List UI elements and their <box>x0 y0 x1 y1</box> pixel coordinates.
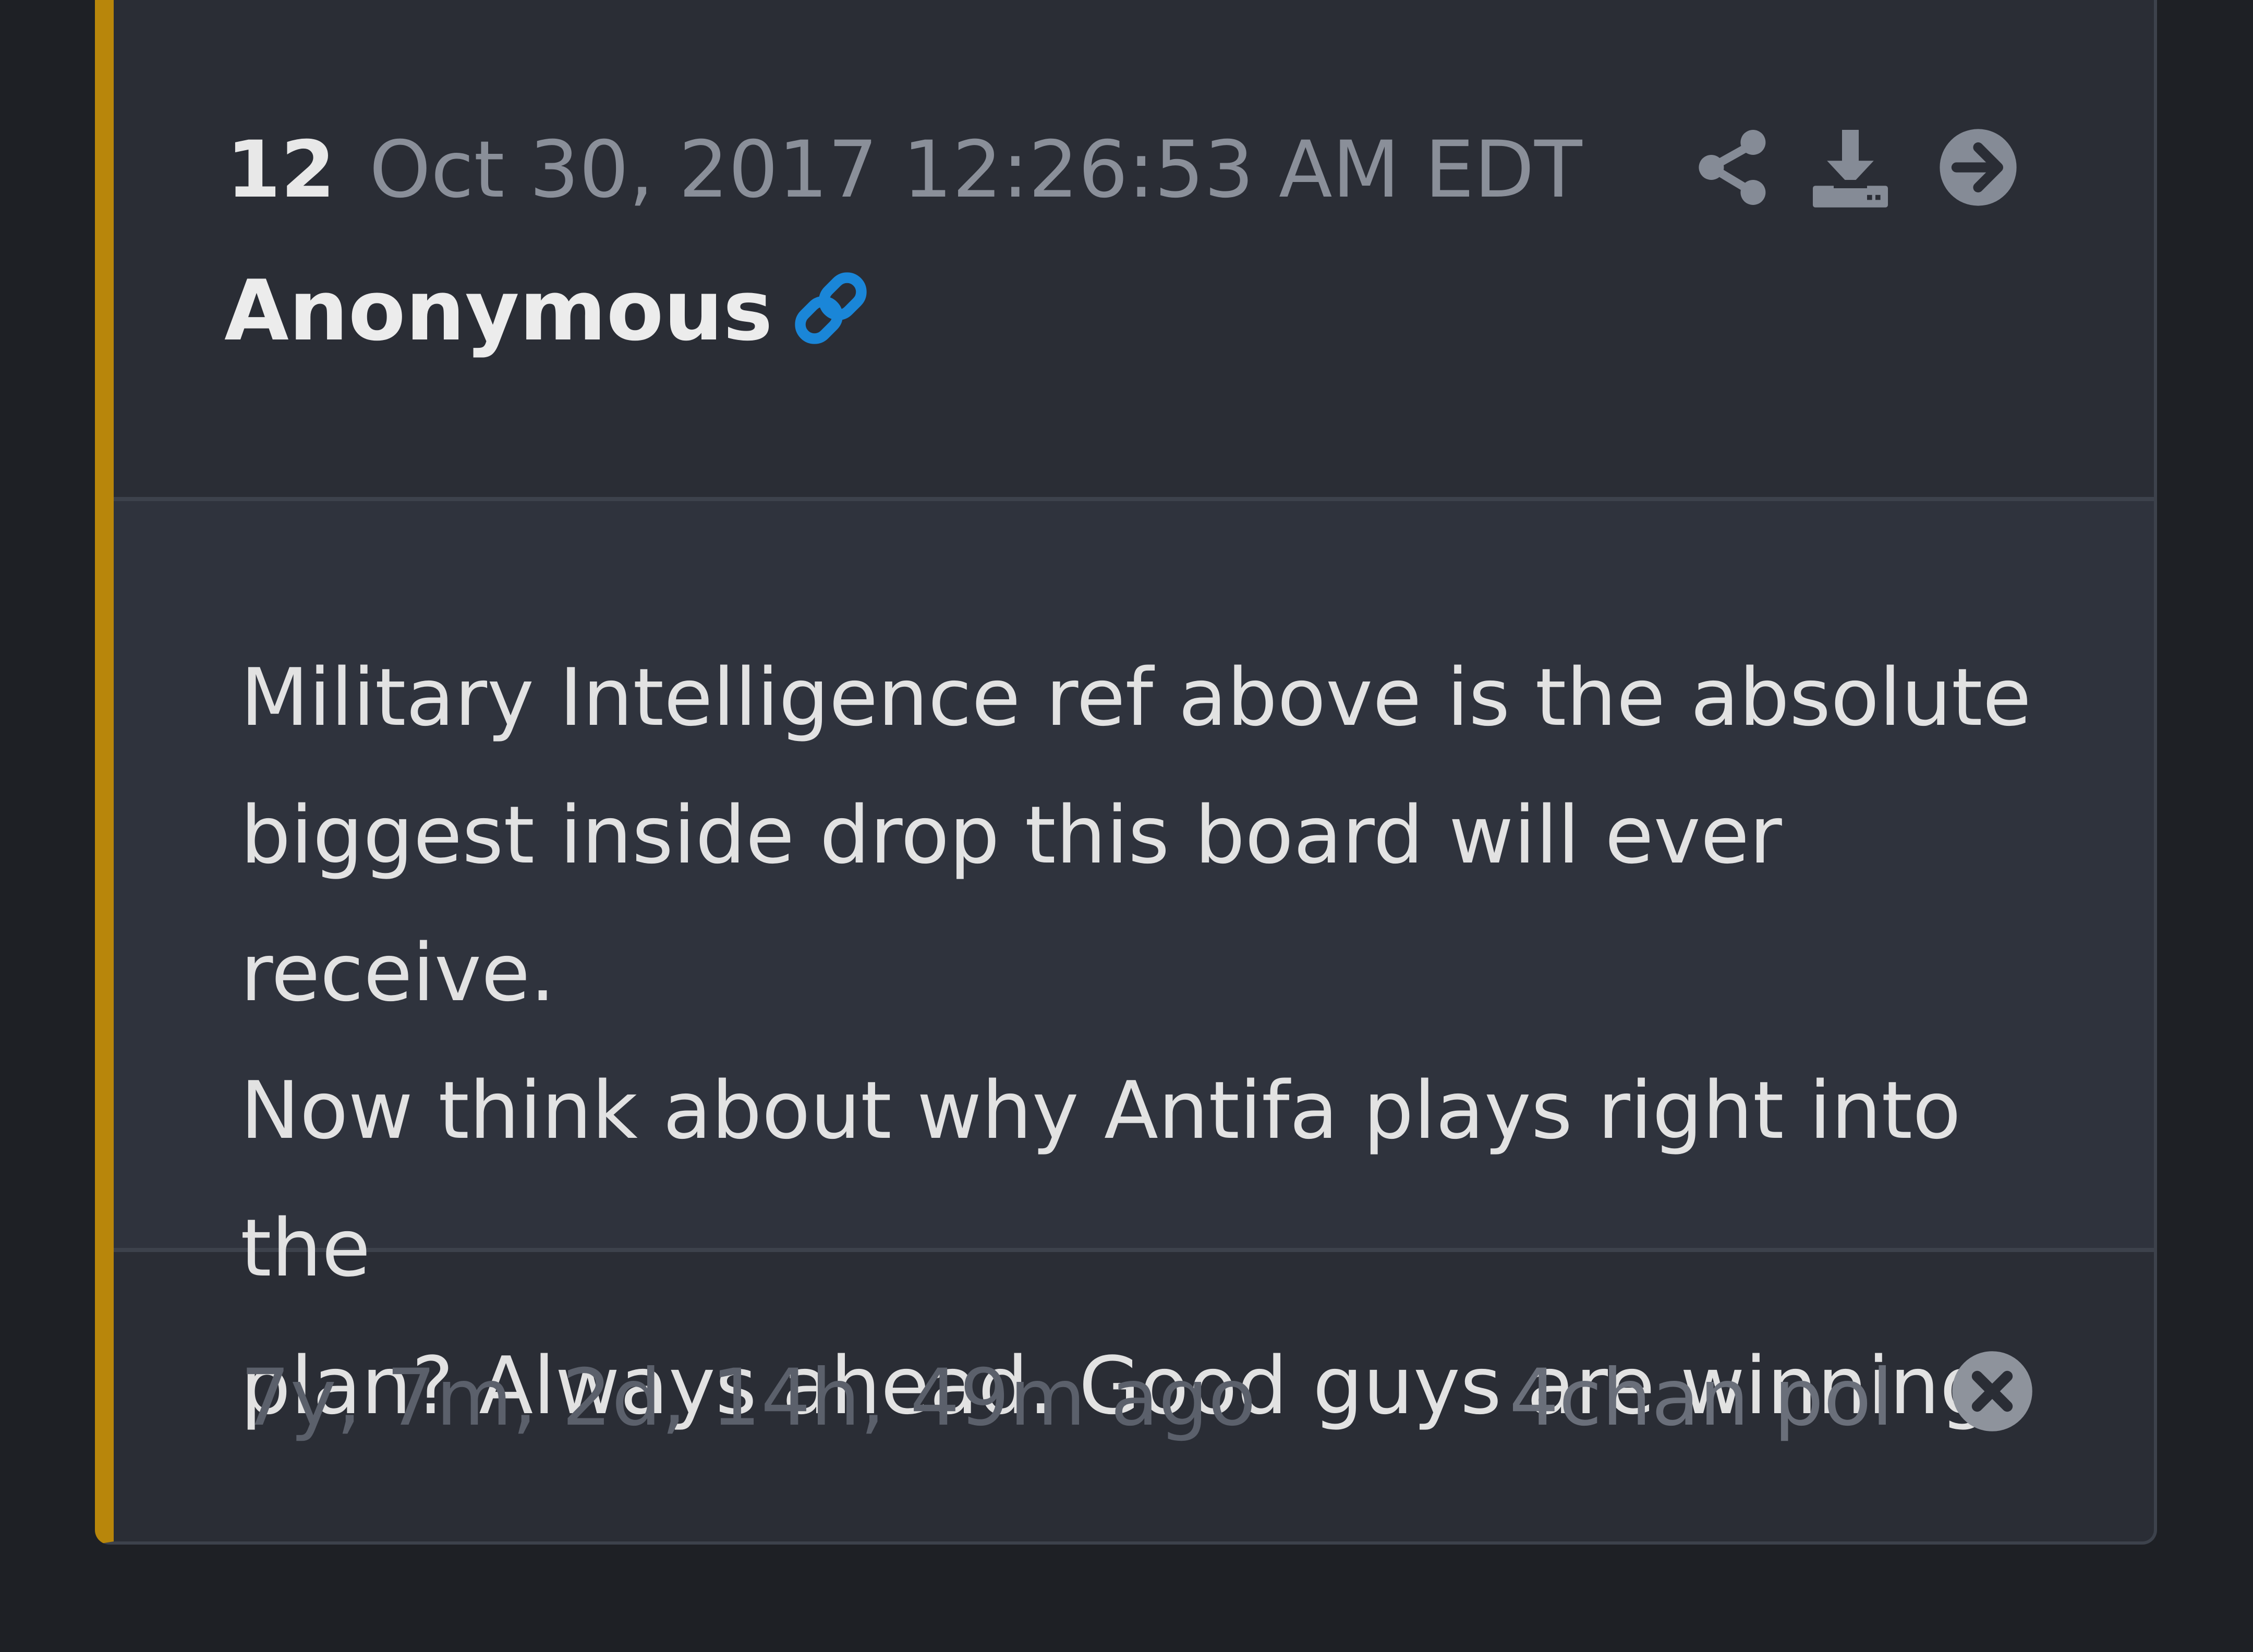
post-number: 12 <box>226 125 335 215</box>
link-icon[interactable] <box>786 264 875 353</box>
close-circle-icon[interactable] <box>1951 1350 2034 1433</box>
post-date: Oct 30, 2017 12:26:53 AM EDT <box>369 125 1582 215</box>
time-ago: 7y, 7m, 2d, 14h, 49m ago <box>240 1353 1256 1443</box>
post-body: Military Intelligence ref above is the a… <box>114 501 2154 1432</box>
post-source: 4chan pol <box>1509 1353 1893 1443</box>
post-text-line: biggest inside drop this board will ever… <box>240 789 1782 1019</box>
author-name: Anonymous <box>224 262 773 359</box>
post-card: 12 Oct 30, 2017 12:26:53 AM EDT Anonymou… <box>95 0 2157 1545</box>
arrow-right-circle-icon[interactable] <box>1936 126 2020 209</box>
share-icon[interactable] <box>1691 126 1775 209</box>
download-icon[interactable] <box>1809 126 1892 209</box>
post-footer: 7y, 7m, 2d, 14h, 49m ago 4chan pol <box>114 1252 2154 1541</box>
post-header: 12 Oct 30, 2017 12:26:53 AM EDT Anonymou… <box>114 0 2154 501</box>
post-text-line: Military Intelligence ref above is the a… <box>240 651 2031 744</box>
